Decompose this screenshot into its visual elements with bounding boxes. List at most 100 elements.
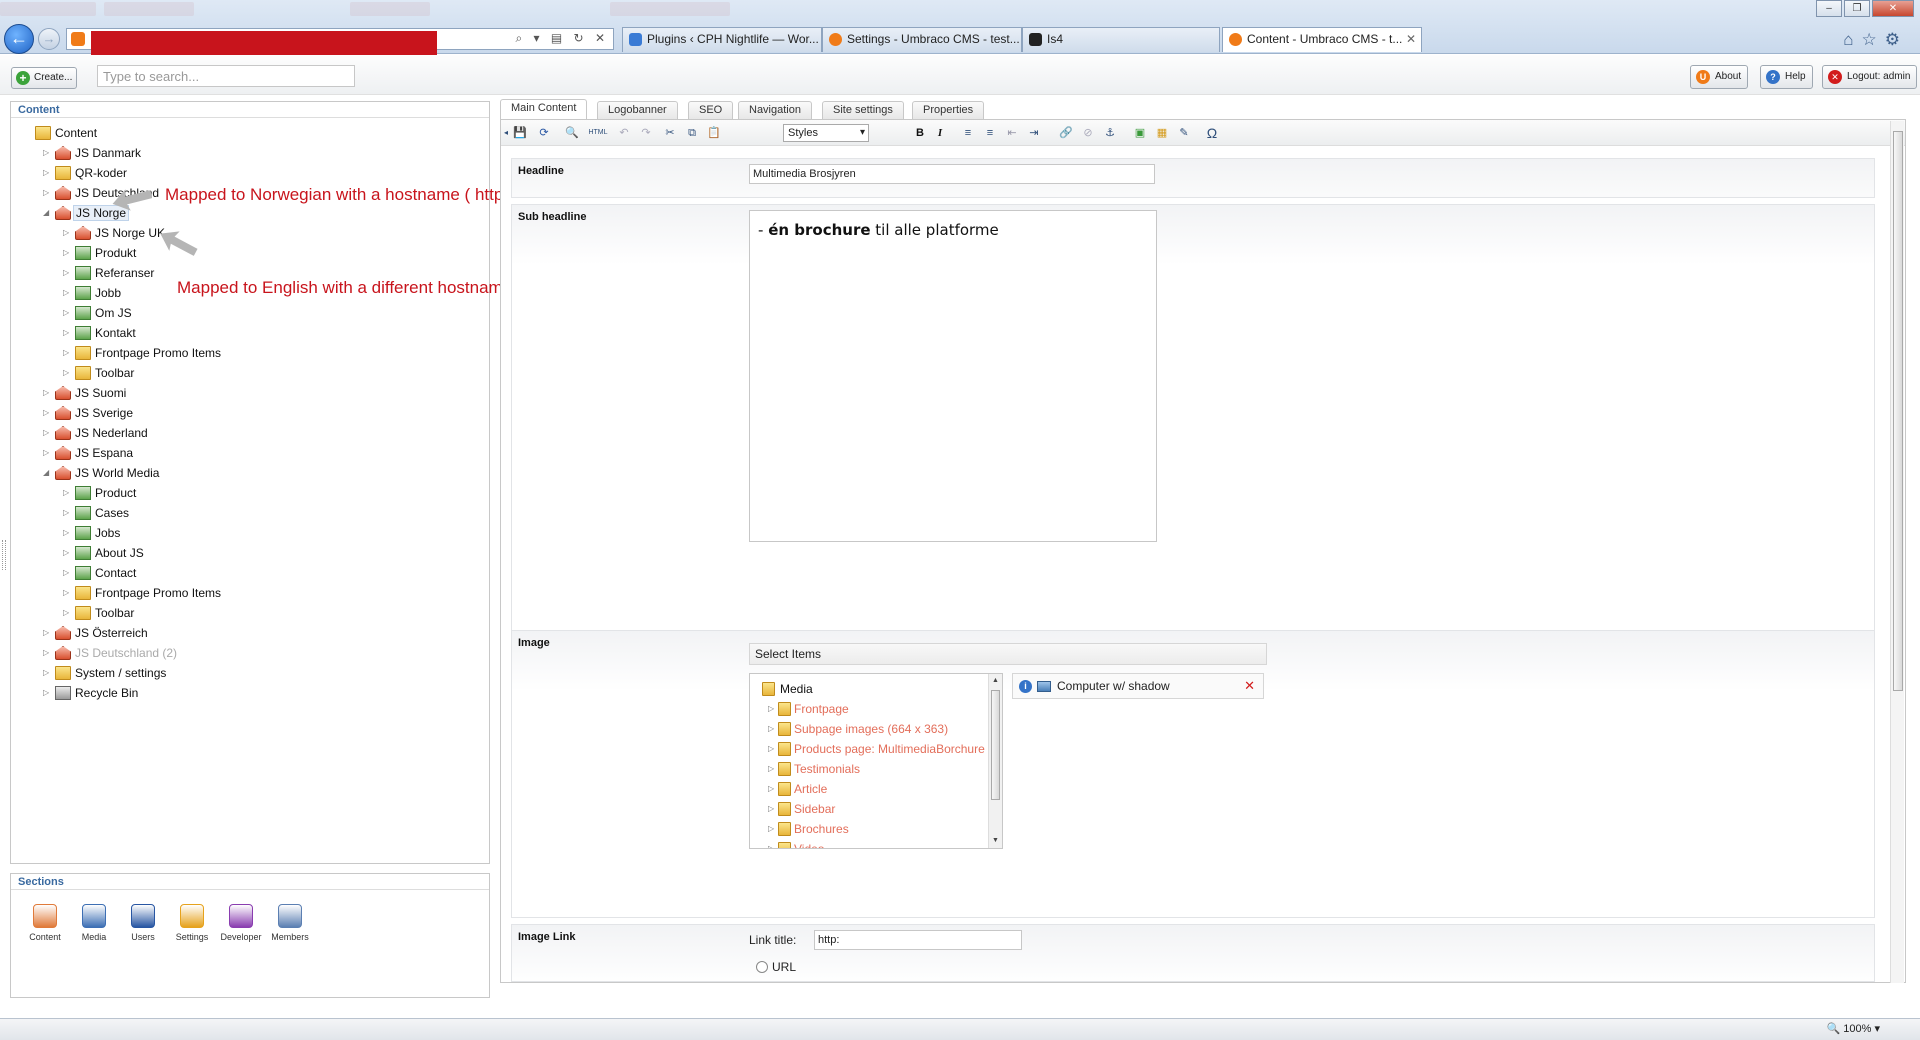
toolbar-collapse-icon[interactable]: ◂: [501, 124, 511, 142]
tree-expander-icon[interactable]: ▷: [63, 324, 73, 342]
browser-tab-active[interactable]: Content - Umbraco CMS - t... ✕: [1222, 27, 1422, 52]
section-developer[interactable]: Developer: [217, 904, 265, 942]
media-tree-scrollbar[interactable]: ▲ ▼: [988, 674, 1002, 848]
zoom-level[interactable]: 🔍 100% ▾: [1827, 1022, 1880, 1035]
info-icon[interactable]: i: [1019, 680, 1032, 693]
tree-expander-icon[interactable]: ▷: [43, 424, 53, 442]
section-media[interactable]: Media: [70, 904, 118, 942]
tree-expander-icon[interactable]: ▷: [768, 740, 774, 758]
picked-media-item[interactable]: i Computer w/ shadow ✕: [1012, 673, 1264, 699]
scroll-up-icon[interactable]: ▲: [989, 674, 1002, 688]
link-title-input[interactable]: [814, 930, 1022, 950]
tree-expander-icon[interactable]: ▷: [63, 284, 73, 302]
tree-expander-icon[interactable]: ▷: [43, 184, 53, 202]
redo-icon[interactable]: ↷: [637, 124, 655, 142]
subheadline-editor[interactable]: - én brochure til alle platforme: [749, 210, 1157, 542]
insert-macro-icon[interactable]: ▦: [1153, 124, 1171, 142]
tree-expander-icon[interactable]: ▷: [43, 384, 53, 402]
bullet-list-icon[interactable]: ≡: [959, 124, 977, 142]
tab-logobanner[interactable]: Logobanner: [597, 101, 678, 119]
section-content[interactable]: Content: [21, 904, 69, 942]
tree-expander-icon[interactable]: ▷: [768, 820, 774, 838]
browser-tab[interactable]: Plugins ‹ CPH Nightlife — Wor...: [622, 27, 822, 52]
tree-expander-icon[interactable]: ▷: [63, 304, 73, 322]
address-tools[interactable]: ⌕ ▾ ▤ ↻ ✕: [515, 31, 609, 46]
tree-expander-icon[interactable]: ▷: [63, 504, 73, 522]
tree-expander-icon[interactable]: ▷: [63, 524, 73, 542]
tree-expander-icon[interactable]: ▷: [63, 484, 73, 502]
scroll-down-icon[interactable]: ▼: [989, 834, 1002, 848]
about-button[interactable]: U About: [1690, 65, 1749, 89]
tab-site-settings[interactable]: Site settings: [822, 101, 904, 119]
tree-expander-icon[interactable]: ▷: [43, 164, 53, 182]
back-button[interactable]: ←: [4, 24, 34, 54]
home-icon[interactable]: ⌂: [1843, 30, 1861, 49]
url-radio[interactable]: [756, 961, 768, 973]
browser-tab[interactable]: Is4: [1022, 27, 1220, 52]
logout-button[interactable]: ✕ Logout: admin: [1822, 65, 1918, 89]
tree-expander-icon[interactable]: ▷: [768, 800, 774, 818]
tab-navigation[interactable]: Navigation: [738, 101, 812, 119]
tree-expander-icon[interactable]: ▷: [768, 720, 774, 738]
styles-dropdown[interactable]: Styles: [783, 124, 869, 142]
gear-icon[interactable]: ⚙: [1885, 30, 1908, 49]
minimize-button[interactable]: –: [1816, 0, 1842, 17]
tree-expander-icon[interactable]: ▷: [43, 664, 53, 682]
indent-icon[interactable]: ⇥: [1025, 124, 1043, 142]
copy-icon[interactable]: ⧉: [683, 124, 701, 142]
tree-expander-icon[interactable]: ▷: [43, 624, 53, 642]
tree-expander-icon[interactable]: ▷: [43, 644, 53, 662]
tree-expander-icon[interactable]: ▷: [63, 604, 73, 622]
tree-expander-icon[interactable]: ▷: [63, 364, 73, 382]
address-bar[interactable]: ⌕ ▾ ▤ ↻ ✕: [66, 28, 614, 55]
maximize-button[interactable]: ❐: [1844, 0, 1870, 17]
tree-expander-icon[interactable]: ▷: [768, 760, 774, 778]
editor-scrollbar[interactable]: [1890, 121, 1904, 983]
close-tab-icon[interactable]: ✕: [1406, 28, 1416, 51]
edit-form-icon[interactable]: ✎: [1175, 124, 1193, 142]
tree-expander-icon[interactable]: ◢: [43, 464, 53, 482]
tab-main-content[interactable]: Main Content: [500, 99, 588, 119]
tree-expander-icon[interactable]: ▷: [768, 840, 774, 848]
bold-icon[interactable]: B: [911, 124, 929, 142]
editor-scroll-thumb[interactable]: [1893, 131, 1903, 691]
search-input[interactable]: [97, 65, 355, 87]
section-settings[interactable]: Settings: [168, 904, 216, 942]
tree-expander-icon[interactable]: ▷: [63, 264, 73, 282]
close-window-button[interactable]: ✕: [1872, 0, 1914, 17]
save-icon[interactable]: 💾: [511, 124, 529, 142]
star-icon[interactable]: ☆: [1862, 30, 1885, 49]
preview-icon[interactable]: 🔍: [563, 124, 581, 142]
splitter-handle[interactable]: [2, 540, 6, 570]
unlink-icon[interactable]: ⊘: [1079, 124, 1097, 142]
insert-image-icon[interactable]: ▣: [1131, 124, 1149, 142]
tree-expander-icon[interactable]: ▷: [768, 700, 774, 718]
section-members[interactable]: Members: [266, 904, 314, 942]
anchor-icon[interactable]: ⚓: [1101, 124, 1119, 142]
tree-expander-icon[interactable]: ▷: [63, 224, 73, 242]
remove-icon[interactable]: ✕: [1244, 674, 1255, 698]
tree-expander-icon[interactable]: ▷: [63, 564, 73, 582]
tree-expander-icon[interactable]: ▷: [43, 404, 53, 422]
tree-expander-icon[interactable]: ▷: [63, 584, 73, 602]
tree-expander-icon[interactable]: ▷: [43, 444, 53, 462]
link-icon[interactable]: 🔗: [1057, 124, 1075, 142]
tree-expander-icon[interactable]: ◢: [43, 204, 53, 222]
forward-button[interactable]: →: [38, 28, 60, 50]
save-publish-icon[interactable]: ⟳: [535, 124, 553, 142]
html-source-icon[interactable]: HTML: [587, 124, 609, 142]
undo-icon[interactable]: ↶: [615, 124, 633, 142]
cut-icon[interactable]: ✂: [661, 124, 679, 142]
tab-seo[interactable]: SEO: [688, 101, 734, 119]
tree-expander-icon[interactable]: ▷: [63, 544, 73, 562]
tree-expander-icon[interactable]: ▷: [768, 780, 774, 798]
browser-tab[interactable]: Settings - Umbraco CMS - test...: [822, 27, 1022, 52]
tree-expander-icon[interactable]: ▷: [63, 344, 73, 362]
special-char-icon[interactable]: Ω: [1203, 124, 1221, 142]
scroll-thumb[interactable]: [991, 690, 1000, 800]
section-users[interactable]: Users: [119, 904, 167, 942]
numbered-list-icon[interactable]: ≡: [981, 124, 999, 142]
create-button[interactable]: + Create...: [11, 67, 77, 89]
tree-expander-icon[interactable]: ▷: [43, 144, 53, 162]
help-button[interactable]: ? Help: [1760, 65, 1813, 89]
